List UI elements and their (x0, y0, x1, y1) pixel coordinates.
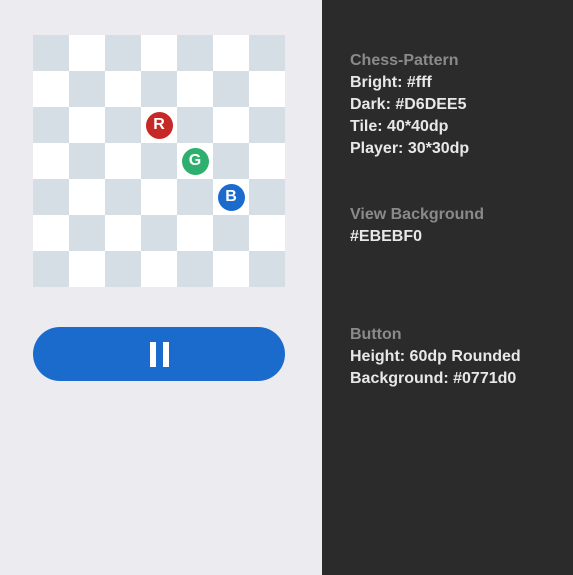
board-tile (249, 143, 285, 179)
board-tile (33, 215, 69, 251)
board-tile (105, 143, 141, 179)
board-tile (105, 251, 141, 287)
pause-icon (149, 341, 169, 367)
screen: RGB Chess-Pattern Bright: #fff Dark: #D6… (0, 0, 573, 575)
board-tile (69, 215, 105, 251)
info-line: Height: 60dp Rounded (350, 348, 521, 365)
info-line: Player: 30*30dp (350, 140, 470, 157)
board-tile (141, 215, 177, 251)
player-token-g[interactable]: G (181, 147, 209, 175)
info-heading: Button (350, 326, 402, 343)
board-tile (249, 179, 285, 215)
board-tile (69, 251, 105, 287)
board-tile (33, 143, 69, 179)
board-tile (33, 179, 69, 215)
board-tile (213, 143, 249, 179)
board-tile (141, 251, 177, 287)
board-tile (141, 143, 177, 179)
info-chess-pattern: Chess-Pattern Bright: #fff Dark: #D6DEE5… (350, 50, 469, 160)
view-panel: RGB (0, 0, 322, 575)
chess-board: RGB (33, 35, 285, 287)
board-tile (249, 107, 285, 143)
player-token-b[interactable]: B (217, 183, 245, 211)
board-tile (69, 179, 105, 215)
board-tile (249, 35, 285, 71)
board-tile (33, 107, 69, 143)
board-tile (177, 215, 213, 251)
player-token-r[interactable]: R (145, 111, 173, 139)
board-tile (105, 35, 141, 71)
info-line: Tile: 40*40dp (350, 118, 449, 135)
board-tile (177, 179, 213, 215)
board-tile (69, 71, 105, 107)
board-tile (249, 71, 285, 107)
board-tile (177, 251, 213, 287)
board-tile (33, 35, 69, 71)
board-tile (213, 251, 249, 287)
info-heading: Chess-Pattern (350, 52, 459, 69)
board-tile (105, 71, 141, 107)
info-line: #EBEBF0 (350, 228, 423, 245)
board-tile (213, 107, 249, 143)
board-tile (69, 143, 105, 179)
info-heading: View Background (350, 206, 484, 223)
board-tile (105, 179, 141, 215)
board-tile (33, 251, 69, 287)
info-line: Dark: #D6DEE5 (350, 96, 467, 113)
board-tile (213, 35, 249, 71)
board-tile (105, 107, 141, 143)
board-tile (213, 71, 249, 107)
board-tile (249, 251, 285, 287)
board-tile (105, 215, 141, 251)
info-button: Button Height: 60dp Rounded Background: … (350, 324, 521, 390)
board-tile (177, 35, 213, 71)
board-tile (69, 35, 105, 71)
info-line: Bright: #fff (350, 74, 432, 91)
board-tile (249, 215, 285, 251)
board-tile (141, 71, 177, 107)
info-view-background: View Background #EBEBF0 (350, 204, 484, 248)
board-tile (141, 35, 177, 71)
board-tile (213, 215, 249, 251)
board-tile (33, 71, 69, 107)
info-line: Background: #0771d0 (350, 370, 517, 387)
board-tile (177, 107, 213, 143)
board-tile (141, 179, 177, 215)
board-tile (69, 107, 105, 143)
board-tile (177, 71, 213, 107)
pause-button[interactable] (33, 327, 285, 381)
